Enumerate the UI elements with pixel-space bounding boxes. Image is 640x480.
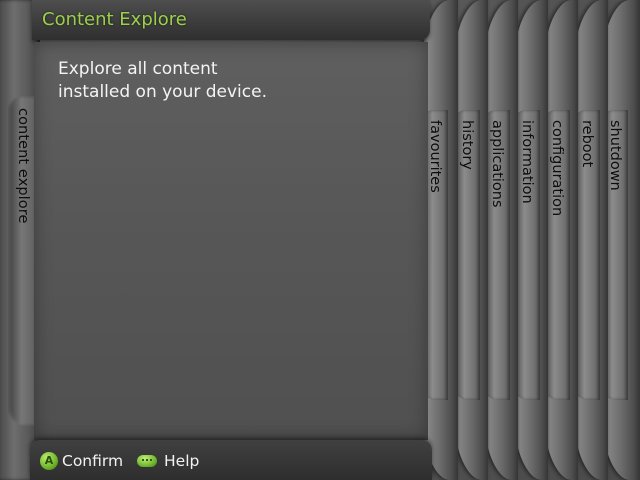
a-button-icon: A bbox=[40, 452, 58, 470]
main-panel: Explore all content installed on your de… bbox=[34, 42, 428, 440]
page-title: Content Explore bbox=[42, 9, 187, 30]
help-label[interactable]: Help bbox=[164, 452, 199, 470]
back-button-icon bbox=[137, 455, 157, 467]
description-line-2: installed on your device. bbox=[58, 82, 267, 102]
confirm-label[interactable]: Confirm bbox=[62, 452, 123, 470]
dashboard-screen: content explore shutdown reboot configur… bbox=[0, 0, 640, 480]
page-header: Content Explore bbox=[32, 0, 430, 40]
description-line-1: Explore all content bbox=[58, 59, 218, 79]
blade-label-content-explore: content explore bbox=[15, 108, 31, 224]
description-text: Explore all content installed on your de… bbox=[58, 58, 358, 104]
button-legend: A Confirm Help bbox=[30, 440, 432, 480]
